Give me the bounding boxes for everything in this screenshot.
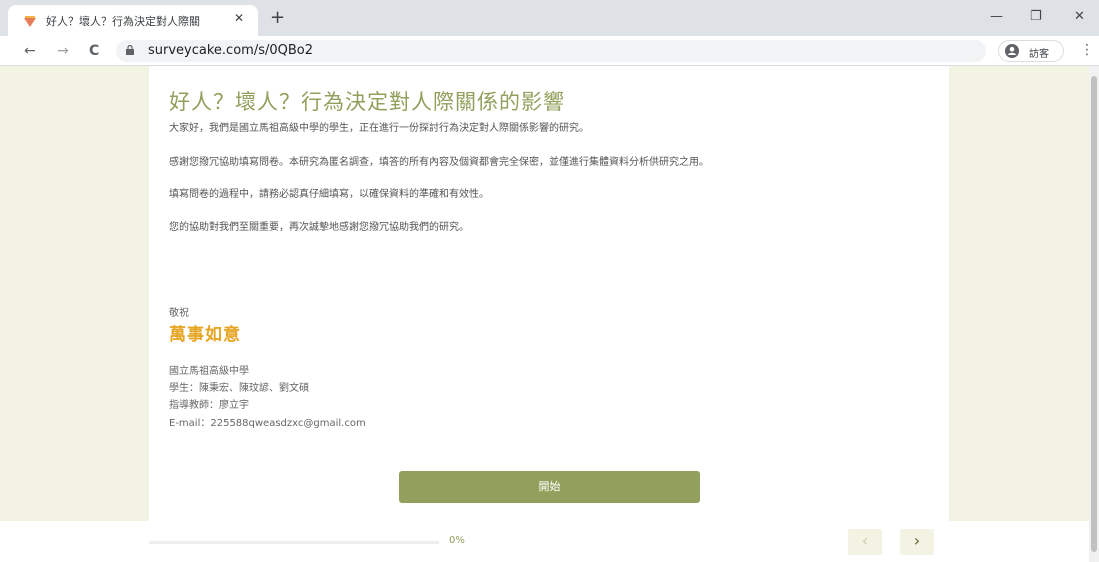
back-icon[interactable]: ← <box>24 43 36 59</box>
signature-line: 指導教師：廖立宇 <box>169 400 249 411</box>
intro-paragraph: 感謝您撥冗協助填寫問卷。本研究為匿名調查，填答的所有內容及個資都會完全保密，並僅… <box>169 157 709 168</box>
chevron-left-icon: ‹ <box>861 531 869 550</box>
signature-line: 國立馬祖高級中學 <box>169 366 249 377</box>
progress-label: 0% <box>449 535 465 546</box>
closing-greeting: 敬祝 <box>169 308 189 319</box>
page-scrollbar[interactable] <box>1089 66 1099 562</box>
forward-icon[interactable]: → <box>57 43 69 59</box>
reload-icon[interactable]: C <box>89 43 99 59</box>
browser-tabbar: 好人？壞人？行為決定對人際關 ✕ + — ❐ ✕ <box>0 0 1099 36</box>
lock-icon <box>126 45 134 55</box>
intro-paragraph: 填寫問卷的過程中，請務必認真仔細填寫，以確保資料的準確和有效性。 <box>169 189 489 200</box>
browser-menu-icon[interactable]: ⋮ <box>1080 42 1094 58</box>
restore-icon[interactable]: ❐ <box>1030 9 1042 24</box>
intro-paragraph: 大家好，我們是國立馬祖高級中學的學生，正在進行一份探討行為決定對人際關係影響的研… <box>169 123 589 134</box>
survey-page: 好人？壞人？行為決定對人際關係的影響 大家好，我們是國立馬祖高級中學的學生，正在… <box>0 66 1099 562</box>
profile-label: 訪客 <box>1029 49 1049 60</box>
tab-title: 好人？壞人？行為決定對人際關 <box>46 15 200 28</box>
account-icon <box>1005 44 1019 58</box>
survey-footer: 0% ‹ › <box>0 521 1099 562</box>
start-button[interactable]: 開始 <box>399 471 700 503</box>
browser-tab[interactable]: 好人？壞人？行為決定對人際關 ✕ <box>8 5 258 36</box>
next-page-button[interactable]: › <box>900 529 934 555</box>
profile-button[interactable]: 訪客 <box>998 40 1064 62</box>
url-text: surveycake.com/s/0QBo2 <box>148 43 313 58</box>
surveycake-favicon-icon <box>24 16 36 27</box>
signature-email: E-mail：225588qweasdzxc@gmail.com <box>169 418 366 429</box>
new-tab-icon[interactable]: + <box>270 7 285 28</box>
tab-close-icon[interactable]: ✕ <box>234 11 244 25</box>
signature-line: 學生：陳秉宏、陳玟諺、劉文碩 <box>169 383 309 394</box>
intro-paragraph: 您的協助對我們至關重要，再次誠摯地感謝您撥冗協助我們的研究。 <box>169 222 469 233</box>
closing-wish: 萬事如意 <box>169 325 241 345</box>
minimize-icon[interactable]: — <box>990 9 1003 24</box>
scrollbar-thumb[interactable] <box>1091 76 1097 552</box>
survey-card: 好人？壞人？行為決定對人際關係的影響 大家好，我們是國立馬祖高級中學的學生，正在… <box>149 66 949 521</box>
browser-toolbar: ← → C surveycake.com/s/0QBo2 訪客 ⋮ <box>0 36 1099 66</box>
address-bar[interactable]: surveycake.com/s/0QBo2 <box>116 40 986 62</box>
close-window-icon[interactable]: ✕ <box>1074 9 1085 24</box>
progress-bar <box>149 541 439 544</box>
chevron-right-icon: › <box>913 531 921 550</box>
prev-page-button[interactable]: ‹ <box>848 529 882 555</box>
survey-title: 好人？壞人？行為決定對人際關係的影響 <box>169 90 565 114</box>
